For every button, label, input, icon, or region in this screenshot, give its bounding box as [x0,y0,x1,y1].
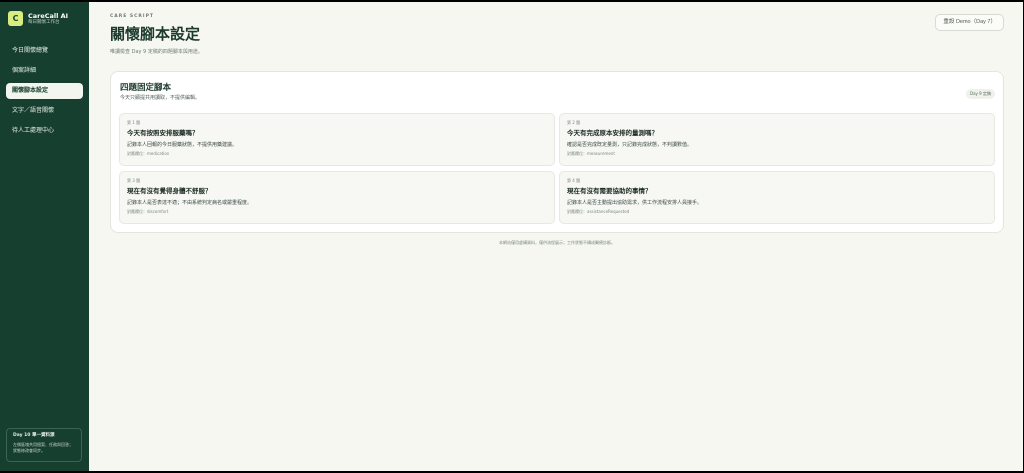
reset-demo-button[interactable]: 重設 Demo（Day 7） [935,14,1004,31]
question-grid: 第 1 題 今天有按照安排服藥嗎？ 記錄本人回報的今日服藥狀態，不提供用藥建議。… [119,113,995,224]
question-item-1: 第 1 題 今天有按照安排服藥嗎？ 記錄本人回報的今日服藥狀態，不提供用藥建議。… [119,113,555,166]
sidebar-info-title: Day 10 單一資料源 [13,433,55,438]
question-number: 第 2 題 [567,120,581,125]
footer-disclaimer: 本網站僅用虛構資料，僅供流程展示；工作狀態不構成醫療診斷。 [499,240,615,245]
sidebar-item-text-voice-care[interactable]: 文字／語音關懷 [6,103,83,119]
page-description: 唯讀檢查 Day 9 定稿的四題腳本與用途。 [110,49,203,55]
question-title: 今天有按照安排服藥嗎？ [127,129,199,137]
script-card: 四題固定腳本 今天只顯提共用讀取，不提供編輯。 Day 9 定稿 第 1 題 今… [110,71,1004,233]
question-title: 現在有沒有需要協助的事情？ [567,187,652,195]
sidebar: C CareCall AI 每日關懷工作台 今日關懷總覽 個案詳細 關懷腳本設定… [0,2,89,471]
sidebar-item-care-script[interactable]: 關懷腳本設定 [6,83,83,99]
question-item-4: 第 4 題 現在有沒有需要協助的事情？ 記錄本人是否主動提出協助需求，供工作流程… [559,171,995,224]
sidebar-item-overview[interactable]: 今日關懷總覽 [6,43,83,59]
question-description: 確認是否完成既定量測，只記錄完成狀態，不判讀數值。 [567,142,693,148]
question-description: 記錄本人是否表達不適；不由系統判定病名或嚴重程度。 [127,200,253,206]
main-content: CARE SCRIPT 關懷腳本設定 唯讀檢查 Day 9 定稿的四題腳本與用途… [89,2,1023,471]
question-description: 記錄本人是否主動提出協助需求，供工作流程安排人員接手。 [567,200,703,206]
question-number: 第 1 題 [127,120,141,125]
question-field: 對應欄位：measurement [567,151,615,156]
sidebar-item-manual-center[interactable]: 待人工處理中心 [6,123,83,139]
brand-text: CareCall AI 每日關懷工作台 [28,12,68,26]
question-description: 記錄本人回報的今日服藥狀態，不提供用藥建議。 [127,142,238,148]
sidebar-info-card: Day 10 單一資料源 左側區塊共用個案、任務與回答；狀態修改會同步。 [6,428,82,462]
question-field: 對應欄位：medication [127,151,170,156]
brand: C CareCall AI 每日關懷工作台 [6,11,83,26]
question-item-3: 第 3 題 現在有沒有覺得身體不舒服？ 記錄本人是否表達不適；不由系統判定病名或… [119,171,555,224]
script-card-title: 四題固定腳本 [120,83,172,93]
question-item-2: 第 2 題 今天有完成原本安排的量測嗎？ 確認是否完成既定量測，只記錄完成狀態，… [559,113,995,166]
status-badge: Day 9 定稿 [966,89,995,99]
sidebar-info-text: 左側區塊共用個案、任務與回答；狀態修改會同步。 [13,442,73,453]
question-number: 第 3 題 [127,178,141,183]
script-card-subtitle: 今天只顯提共用讀取，不提供編輯。 [120,95,201,101]
sidebar-nav: 今日關懷總覽 個案詳細 關懷腳本設定 文字／語音關懷 待人工處理中心 [6,43,83,139]
page-title: 關懷腳本設定 [110,25,201,43]
brand-logo-icon: C [8,11,23,26]
brand-name: CareCall AI [28,11,69,20]
question-number: 第 4 題 [567,178,581,183]
question-title: 現在有沒有覺得身體不舒服？ [127,187,212,195]
sidebar-item-case-detail[interactable]: 個案詳細 [6,63,83,79]
question-title: 今天有完成原本安排的量測嗎？ [567,129,658,137]
brand-subtitle: 每日關懷工作台 [28,19,60,25]
page-eyebrow: CARE SCRIPT [110,14,154,19]
app-window: C CareCall AI 每日關懷工作台 今日關懷總覽 個案詳細 關懷腳本設定… [0,2,1023,471]
question-field: 對應欄位：assistanceRequested [567,209,630,214]
question-field: 對應欄位：discomfort [127,209,169,214]
